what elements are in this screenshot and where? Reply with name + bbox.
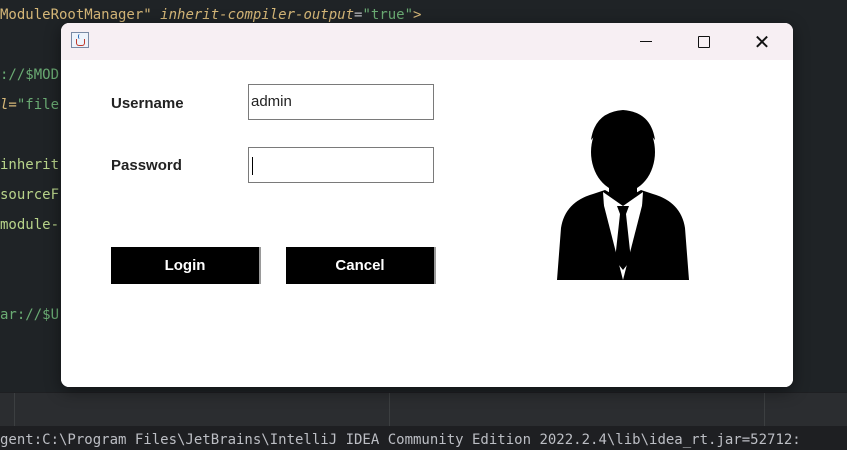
close-icon: ✕ — [753, 29, 771, 54]
maximize-button[interactable] — [675, 23, 733, 60]
username-label: Username — [111, 95, 184, 112]
close-button[interactable]: ✕ — [733, 23, 791, 60]
maximize-icon — [698, 35, 710, 48]
login-window: ✕ Username admin Password Login Cancel — [61, 23, 793, 387]
divider — [389, 393, 390, 427]
code-attr: l= — [0, 97, 17, 113]
username-value: admin — [251, 93, 292, 110]
code-value: "file — [16, 97, 60, 113]
password-label: Password — [111, 157, 182, 174]
minimize-button[interactable] — [617, 23, 675, 60]
code-value: "true" — [362, 7, 414, 23]
code-line-4: inherit — [0, 157, 60, 173]
login-button[interactable]: Login — [111, 247, 261, 284]
code-line-7: ar://$U — [0, 307, 60, 323]
minimize-icon — [640, 40, 652, 43]
code-line-1: ModuleRootManager" inherit-compiler-outp… — [0, 6, 421, 24]
code-line-5: sourceF — [0, 187, 60, 203]
divider — [14, 393, 15, 427]
divider — [764, 393, 765, 427]
text-caret — [252, 157, 253, 175]
title-bar[interactable]: ✕ — [61, 23, 793, 60]
code-tag: ModuleRootManager" — [0, 7, 152, 23]
business-user-icon — [557, 110, 689, 280]
code-tail: > — [413, 7, 422, 23]
java-cup-icon[interactable] — [71, 32, 89, 48]
console-output: gent:C:\Program Files\JetBrains\IntelliJ… — [0, 432, 801, 448]
code-line-2: ://$MOD — [0, 67, 60, 83]
code-line-6: module- — [0, 217, 60, 233]
run-toolbar — [0, 392, 847, 427]
code-line-3: l="file — [0, 96, 59, 114]
cancel-button[interactable]: Cancel — [286, 247, 436, 284]
login-panel: Username admin Password Login Cancel — [61, 60, 793, 387]
password-input[interactable] — [248, 147, 434, 183]
username-input[interactable]: admin — [248, 84, 434, 120]
run-console: gent:C:\Program Files\JetBrains\IntelliJ… — [0, 426, 847, 450]
code-attr: inherit-compiler-output — [160, 7, 355, 23]
